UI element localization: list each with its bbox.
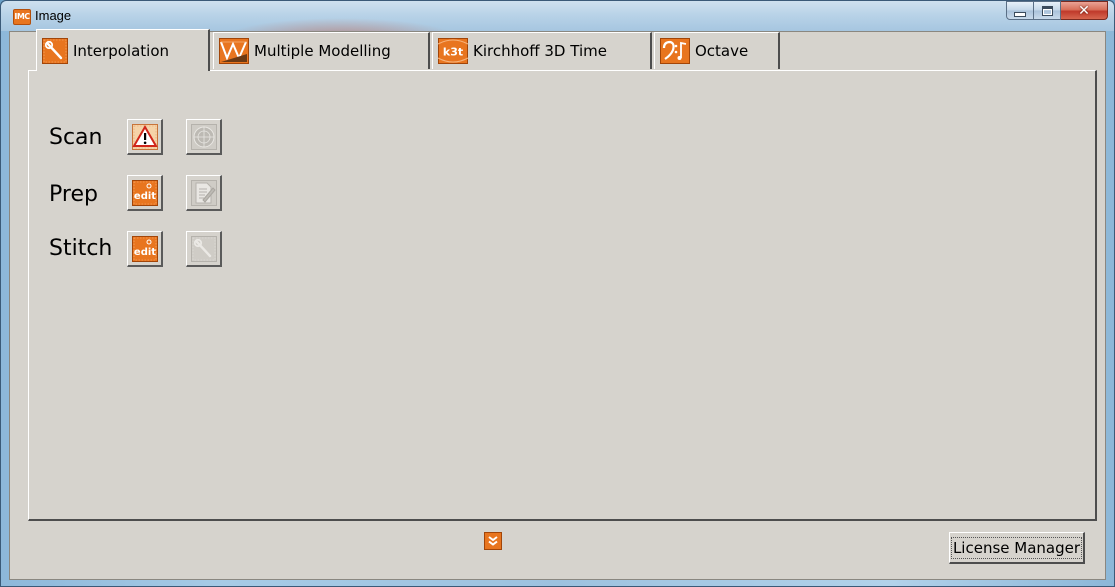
tab-label: Octave xyxy=(695,42,749,60)
maximize-button[interactable] xyxy=(1034,1,1061,20)
prep-edit-button[interactable]: edit xyxy=(127,175,163,211)
stitch-interpolation-button[interactable] xyxy=(186,231,222,267)
tab-label: Multiple Modelling xyxy=(254,42,391,60)
minimize-icon xyxy=(1014,11,1026,17)
svg-text:edit: edit xyxy=(133,191,155,202)
svg-text:edit: edit xyxy=(133,247,155,258)
expand-button[interactable] xyxy=(484,532,502,550)
stitch-edit-button[interactable]: edit xyxy=(127,231,163,267)
row-label-stitch: Stitch xyxy=(49,236,113,261)
tab-octave[interactable]: Octave xyxy=(654,32,780,69)
window-title: Image xyxy=(35,8,72,23)
tab-label: Kirchhoff 3D Time xyxy=(473,42,607,60)
edit-icon: edit xyxy=(131,235,158,262)
svg-text:k3t: k3t xyxy=(443,46,463,59)
row-label-prep: Prep xyxy=(49,182,98,207)
window-controls: ✕ xyxy=(1006,1,1108,23)
interpolation-icon xyxy=(190,235,217,262)
maximize-icon xyxy=(1041,5,1053,16)
edit-icon: edit xyxy=(131,179,158,206)
row-label-scan: Scan xyxy=(49,125,103,150)
scan-radar-button[interactable] xyxy=(186,119,222,155)
interpolation-icon xyxy=(42,37,68,64)
prep-document-edit-button[interactable] xyxy=(186,175,222,211)
license-manager-button[interactable]: License Manager xyxy=(949,532,1085,564)
title-bar[interactable]: IMC Image ✕ xyxy=(1,1,1114,31)
app-window: IMC Image ✕ Interpolation Multiple Model… xyxy=(0,0,1115,587)
tab-label: Interpolation xyxy=(73,41,169,60)
license-manager-label: License Manager xyxy=(950,536,1083,559)
k3t-icon: k3t xyxy=(438,38,468,64)
scan-warning-button[interactable] xyxy=(127,119,163,155)
tab-interpolation[interactable]: Interpolation xyxy=(36,29,210,71)
radar-icon xyxy=(190,123,217,150)
double-chevron-down-icon xyxy=(488,536,498,546)
tab-multiple-modelling[interactable]: Multiple Modelling xyxy=(213,32,430,69)
tab-kirchhoff-3d-time[interactable]: k3t Kirchhoff 3D Time xyxy=(432,32,652,69)
warning-icon xyxy=(131,123,158,150)
close-button[interactable]: ✕ xyxy=(1061,1,1108,20)
multiple-modelling-icon xyxy=(219,38,249,64)
octave-icon xyxy=(660,38,690,64)
document-edit-icon xyxy=(190,179,217,206)
minimize-button[interactable] xyxy=(1006,1,1034,20)
close-icon: ✕ xyxy=(1078,2,1090,19)
app-logo-icon: IMC xyxy=(13,9,31,25)
